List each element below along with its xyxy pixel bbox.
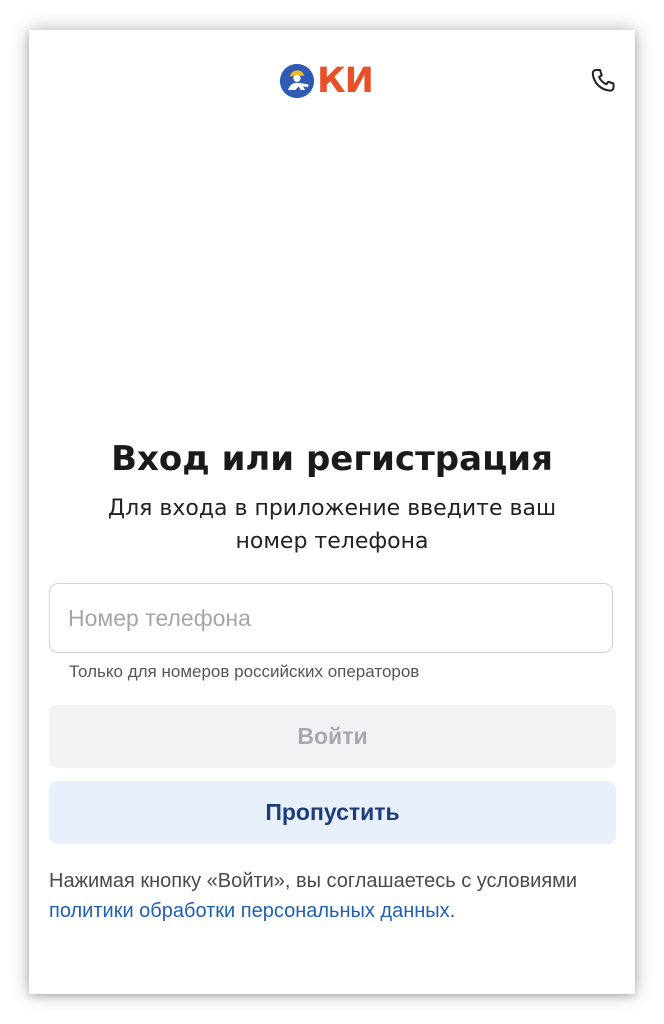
phone-hint: Только для номеров российских операторов	[69, 662, 420, 681]
app-screen: КИ Вход или регистрация Для входа в прил…	[29, 30, 635, 994]
logo-text: КИ	[317, 61, 374, 101]
terms-suffix: .	[449, 900, 456, 922]
app-logo: КИ	[279, 61, 374, 101]
login-button[interactable]: Войти	[49, 705, 616, 768]
privacy-policy-link[interactable]: политики обработки персональных данных	[49, 900, 450, 922]
worker-circle-icon	[279, 63, 315, 99]
terms-text: Нажимая кнопку «Войти», вы соглашаетесь …	[49, 866, 609, 926]
terms-prefix: Нажимая кнопку «Войти», вы соглашаетесь …	[49, 870, 578, 892]
phone-input[interactable]	[49, 583, 613, 653]
phone-icon	[591, 69, 615, 92]
page-subtitle: Для входа в приложение введите ваш номер…	[107, 496, 557, 554]
skip-button[interactable]: Пропустить	[49, 781, 616, 844]
call-button[interactable]	[585, 63, 621, 99]
page-title: Вход или регистрация	[111, 439, 553, 479]
